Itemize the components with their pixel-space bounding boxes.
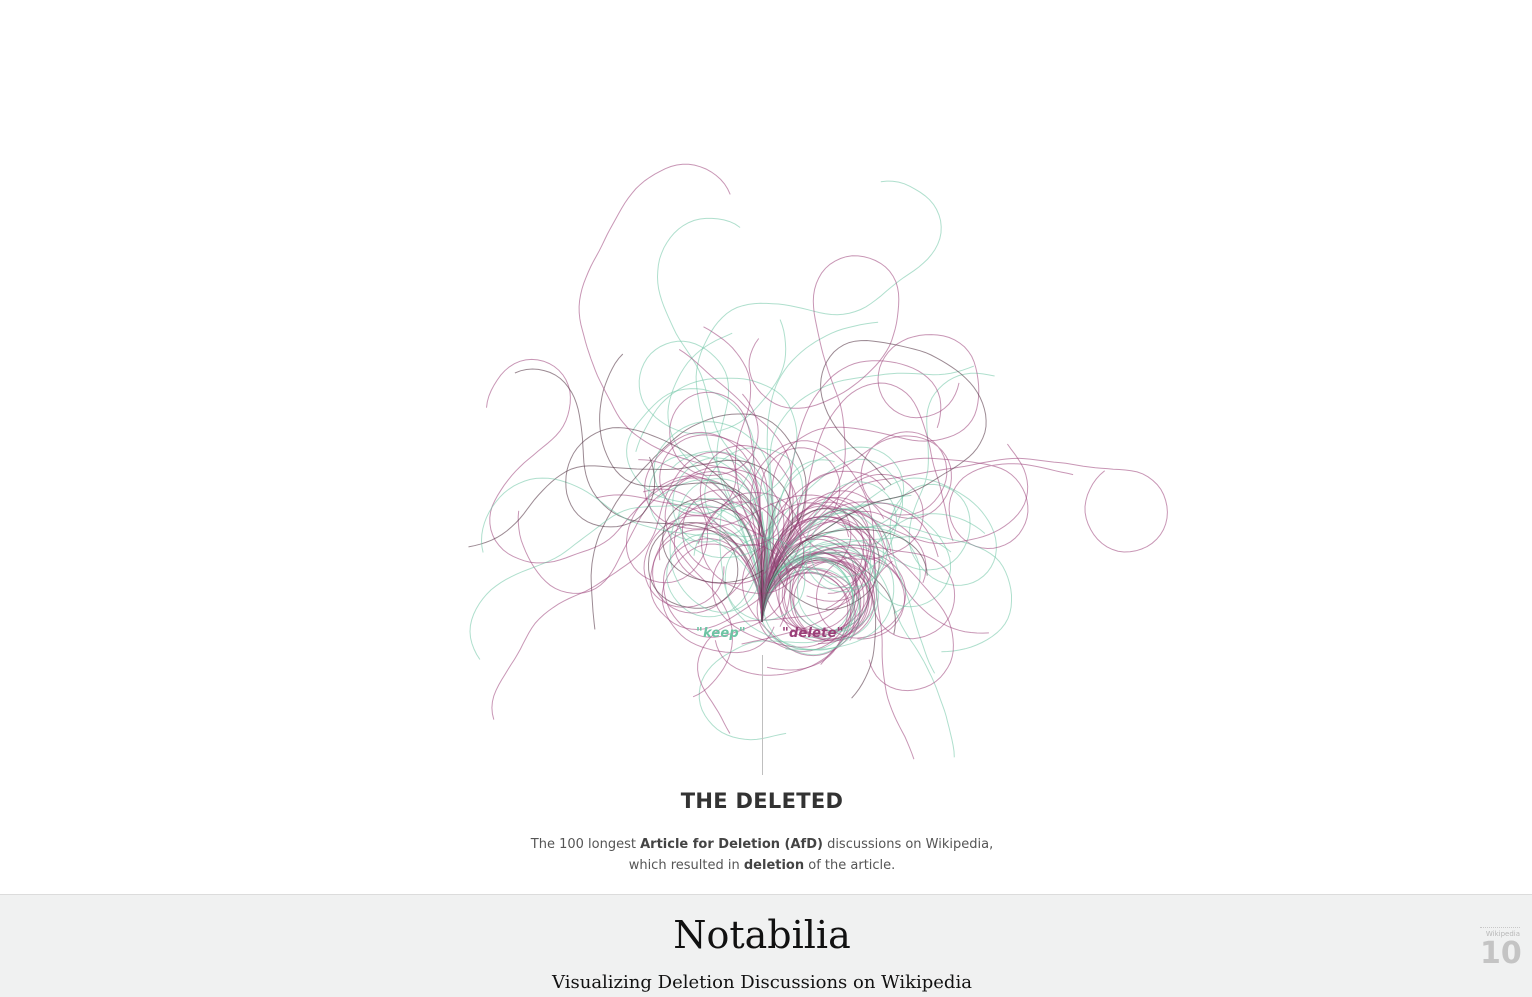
section-description: The 100 longest Article for Deletion (Af…: [0, 834, 1524, 876]
section-title: THE DELETED: [680, 789, 844, 813]
keep-label: "keep": [696, 626, 746, 641]
desc-emphasis: Article for Deletion (AfD): [640, 837, 823, 852]
site-subtitle: Visualizing Deletion Discussions on Wiki…: [552, 972, 972, 993]
badge-number: 10: [1480, 936, 1522, 971]
desc-text: The 100 longest: [530, 837, 641, 852]
discussion-path: [656, 217, 774, 623]
desc-emphasis: deletion: [743, 858, 805, 873]
wikipedia-10-logo[interactable]: Wikipedia 10: [1480, 927, 1522, 971]
desc-text: which resulted in: [628, 858, 744, 873]
discussion-path: [750, 440, 915, 760]
site-title[interactable]: Notabilia: [0, 913, 1524, 957]
footer: Notabilia Visualizing Deletion Discussio…: [0, 894, 1532, 997]
delete-label: "delete": [782, 626, 844, 641]
discussion-path: [578, 163, 785, 623]
desc-text: discussions on Wikipedia,: [822, 837, 994, 852]
divider-line: [762, 655, 763, 775]
desc-text: of the article.: [804, 858, 896, 873]
